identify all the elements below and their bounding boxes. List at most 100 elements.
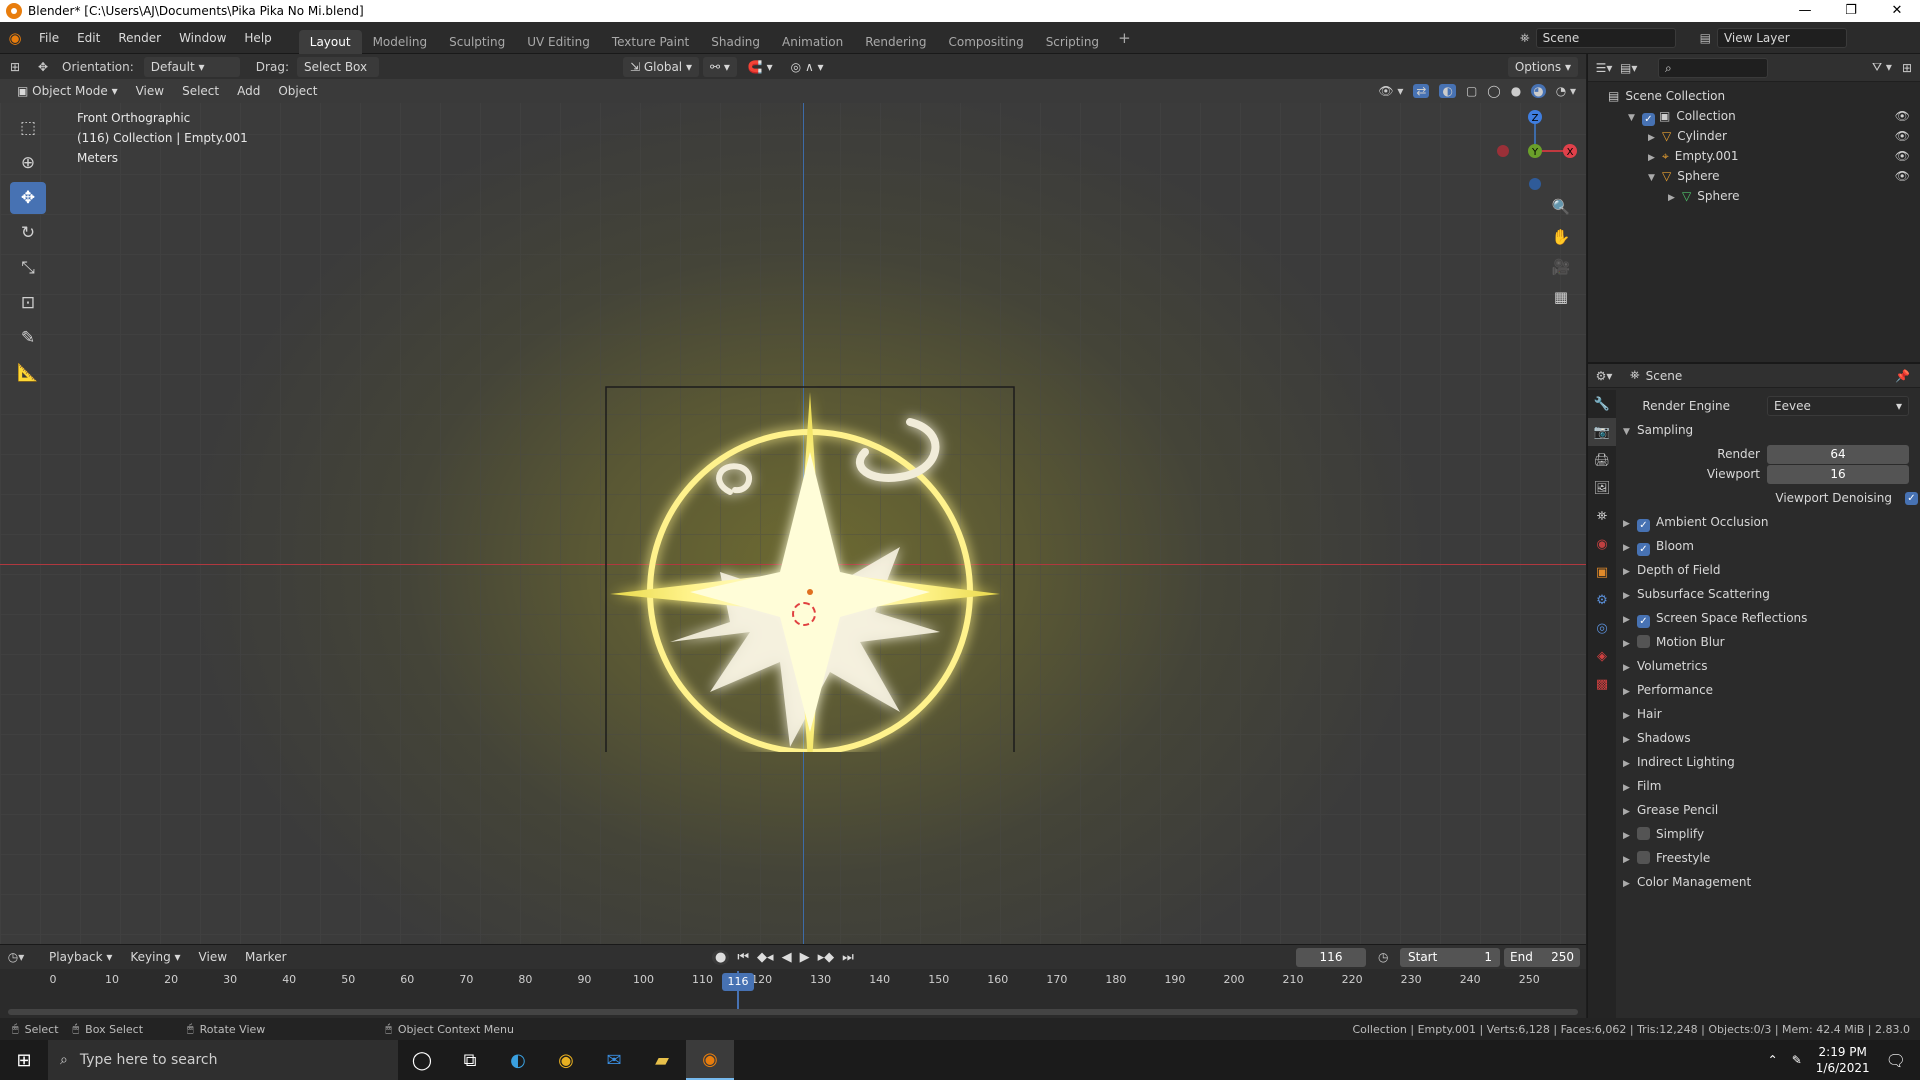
panel-shadows[interactable]: ▶ Shadows	[1617, 726, 1920, 750]
chrome-icon[interactable]: ◉	[542, 1040, 590, 1080]
panel-enable-checkbox[interactable]	[1637, 827, 1650, 840]
scene-icon[interactable]: ⛯	[1520, 31, 1530, 46]
object-tab-icon[interactable]: ▣	[1588, 558, 1616, 586]
jump-start-icon[interactable]: ⏮	[737, 950, 749, 965]
timeline-menu-playback[interactable]: Playback ▾	[42, 947, 119, 967]
panel-depth-of-field[interactable]: ▶ Depth of Field	[1617, 558, 1920, 582]
viewport-samples-field[interactable]: 16	[1767, 465, 1909, 484]
sampling-panel-header[interactable]: ▼ Sampling	[1617, 418, 1920, 442]
panel-color-management[interactable]: ▶ Color Management	[1617, 870, 1920, 894]
play-icon[interactable]: ▶	[800, 950, 810, 965]
pivot-point-dropdown[interactable]: ⚯ ▾	[702, 56, 737, 77]
object-mode-dropdown[interactable]: ▣ Object Mode ▾	[10, 81, 125, 101]
end-frame-field[interactable]: End 250	[1504, 948, 1580, 967]
blender-taskbar-icon[interactable]: ◉	[686, 1040, 734, 1080]
tab-rendering[interactable]: Rendering	[854, 30, 937, 54]
drag-dropdown[interactable]: Select Box ▾	[296, 56, 379, 94]
add-workspace-button[interactable]: +	[1110, 29, 1139, 47]
wireframe-shading-icon[interactable]: ◯	[1487, 84, 1500, 98]
panel-expand-arrow-icon[interactable]: ▶	[1623, 824, 1637, 848]
visibility-eye-icon[interactable]: 👁	[1895, 146, 1910, 166]
tab-modeling[interactable]: Modeling	[362, 30, 439, 54]
panel-expand-arrow-icon[interactable]: ▶	[1623, 728, 1637, 752]
menu-window[interactable]: Window	[170, 22, 235, 54]
tool-tab-icon[interactable]: 🔧	[1588, 390, 1616, 418]
outliner-row[interactable]: ▶ ⌖ Empty.001 👁	[1588, 146, 1920, 166]
edge-icon[interactable]: ◐	[494, 1040, 542, 1080]
windows-start-icon[interactable]: ⊞	[0, 1040, 48, 1080]
world-tab-icon[interactable]: ◉	[1588, 530, 1616, 558]
material-shading-icon[interactable]: ◕	[1531, 84, 1546, 98]
timeline-menu-marker[interactable]: Marker	[238, 947, 293, 967]
outliner-row[interactable]: ▼ ▽ Sphere 👁	[1588, 166, 1920, 186]
outliner-row[interactable]: ▶ ▽ Cylinder 👁	[1588, 126, 1920, 146]
output-tab-icon[interactable]: 🖨	[1588, 446, 1616, 474]
panel-expand-arrow-icon[interactable]: ▶	[1623, 872, 1637, 896]
properties-editor-icon[interactable]: ⚙▾	[1588, 369, 1620, 383]
tab-compositing[interactable]: Compositing	[937, 30, 1034, 54]
blender-menu-icon[interactable]: ◉	[0, 29, 30, 47]
prev-keyframe-icon[interactable]: ◆◂	[757, 950, 774, 965]
next-keyframe-icon[interactable]: ▸◆	[818, 950, 835, 965]
panel-expand-arrow-icon[interactable]: ▶	[1623, 536, 1637, 560]
panel-expand-arrow-icon[interactable]: ▶	[1623, 680, 1637, 704]
panel-motion-blur[interactable]: ▶ Motion Blur	[1617, 630, 1920, 654]
filter-icon[interactable]: ⛛ ▾	[1872, 60, 1892, 75]
outliner-row[interactable]: ▼ ▣ Collection 👁	[1588, 106, 1920, 126]
panel-expand-arrow-icon[interactable]: ▶	[1623, 560, 1637, 584]
panel-expand-arrow-icon[interactable]: ▶	[1623, 752, 1637, 776]
panel-volumetrics[interactable]: ▶ Volumetrics	[1617, 654, 1920, 678]
menu-edit[interactable]: Edit	[68, 22, 109, 54]
panel-hair[interactable]: ▶ Hair	[1617, 702, 1920, 726]
xray-icon[interactable]: ▢	[1466, 84, 1477, 98]
clock-icon[interactable]: ◷	[1378, 950, 1388, 964]
collection-exclude-checkbox[interactable]	[1642, 113, 1655, 126]
pin-icon[interactable]: 📌	[1895, 369, 1910, 383]
file-explorer-icon[interactable]: ▰	[638, 1040, 686, 1080]
navigation-gizmo[interactable]: Z Y X	[1490, 104, 1580, 194]
panel-expand-arrow-icon[interactable]: ▶	[1623, 632, 1637, 656]
timeline-menu-keying[interactable]: Keying ▾	[123, 947, 187, 967]
glowing-emblem-object[interactable]	[600, 332, 1020, 752]
play-reverse-icon[interactable]: ◀	[782, 950, 792, 965]
notifications-icon[interactable]: 🗨	[1886, 1051, 1906, 1070]
menu-file[interactable]: File	[30, 22, 68, 54]
tab-sculpting[interactable]: Sculpting	[438, 30, 516, 54]
tab-shading[interactable]: Shading	[700, 30, 771, 54]
snap-toggle-icon[interactable]: 🧲 ▾	[741, 57, 780, 77]
move-tool-icon[interactable]: ✥	[30, 60, 56, 74]
panel-expand-arrow-icon[interactable]: ▶	[1623, 608, 1637, 632]
zoom-icon[interactable]: 🔍	[1548, 194, 1574, 220]
cursor-tool-icon[interactable]: ⊕	[10, 147, 46, 179]
transform-orientation-dropdown[interactable]: ⇲ Global ▾	[622, 56, 699, 77]
viewport-menu-add[interactable]: Add	[230, 81, 267, 101]
pen-icon[interactable]: ✎	[1792, 1053, 1802, 1067]
visibility-eye-icon[interactable]: 👁	[1895, 166, 1910, 186]
data-tab-icon[interactable]: ◈	[1588, 642, 1616, 670]
mail-icon[interactable]: ✉	[590, 1040, 638, 1080]
outliner-row[interactable]: ▤ Scene Collection	[1588, 86, 1920, 106]
menu-help[interactable]: Help	[235, 22, 280, 54]
current-frame-indicator[interactable]: 116	[721, 973, 754, 991]
overlay-toggle-icon[interactable]: ◐	[1439, 84, 1456, 98]
viewport-menu-select[interactable]: Select	[175, 81, 226, 101]
outliner-editor-icon[interactable]: ☰▾	[1588, 61, 1620, 75]
timeline-scrollbar[interactable]	[8, 1009, 1578, 1015]
jump-end-icon[interactable]: ⏭	[842, 950, 854, 965]
tab-uv-editing[interactable]: UV Editing	[516, 30, 601, 54]
panel-film[interactable]: ▶ Film	[1617, 774, 1920, 798]
proportional-editing-icon[interactable]: ◎ ∧ ▾	[784, 57, 831, 77]
taskbar-search-box[interactable]: ⌕ Type here to search	[48, 1040, 398, 1080]
panel-simplify[interactable]: ▶ Simplify	[1617, 822, 1920, 846]
cortana-icon[interactable]: ◯	[398, 1040, 446, 1080]
menu-render[interactable]: Render	[109, 22, 170, 54]
panel-expand-arrow-icon[interactable]: ▶	[1623, 656, 1637, 680]
display-mode-icon[interactable]: ▤▾	[1620, 61, 1648, 75]
rendered-shading-icon[interactable]: ◔ ▾	[1556, 84, 1576, 98]
tab-texture-paint[interactable]: Texture Paint	[601, 30, 700, 54]
view-layer-tab-icon[interactable]: 🖼	[1588, 474, 1616, 502]
visibility-eye-icon[interactable]: 👁	[1895, 126, 1910, 146]
pan-hand-icon[interactable]: ✋	[1548, 224, 1574, 250]
move-tool-icon[interactable]: ✥	[10, 182, 46, 214]
show-hidden-icons-icon[interactable]: ⌃	[1768, 1053, 1778, 1067]
